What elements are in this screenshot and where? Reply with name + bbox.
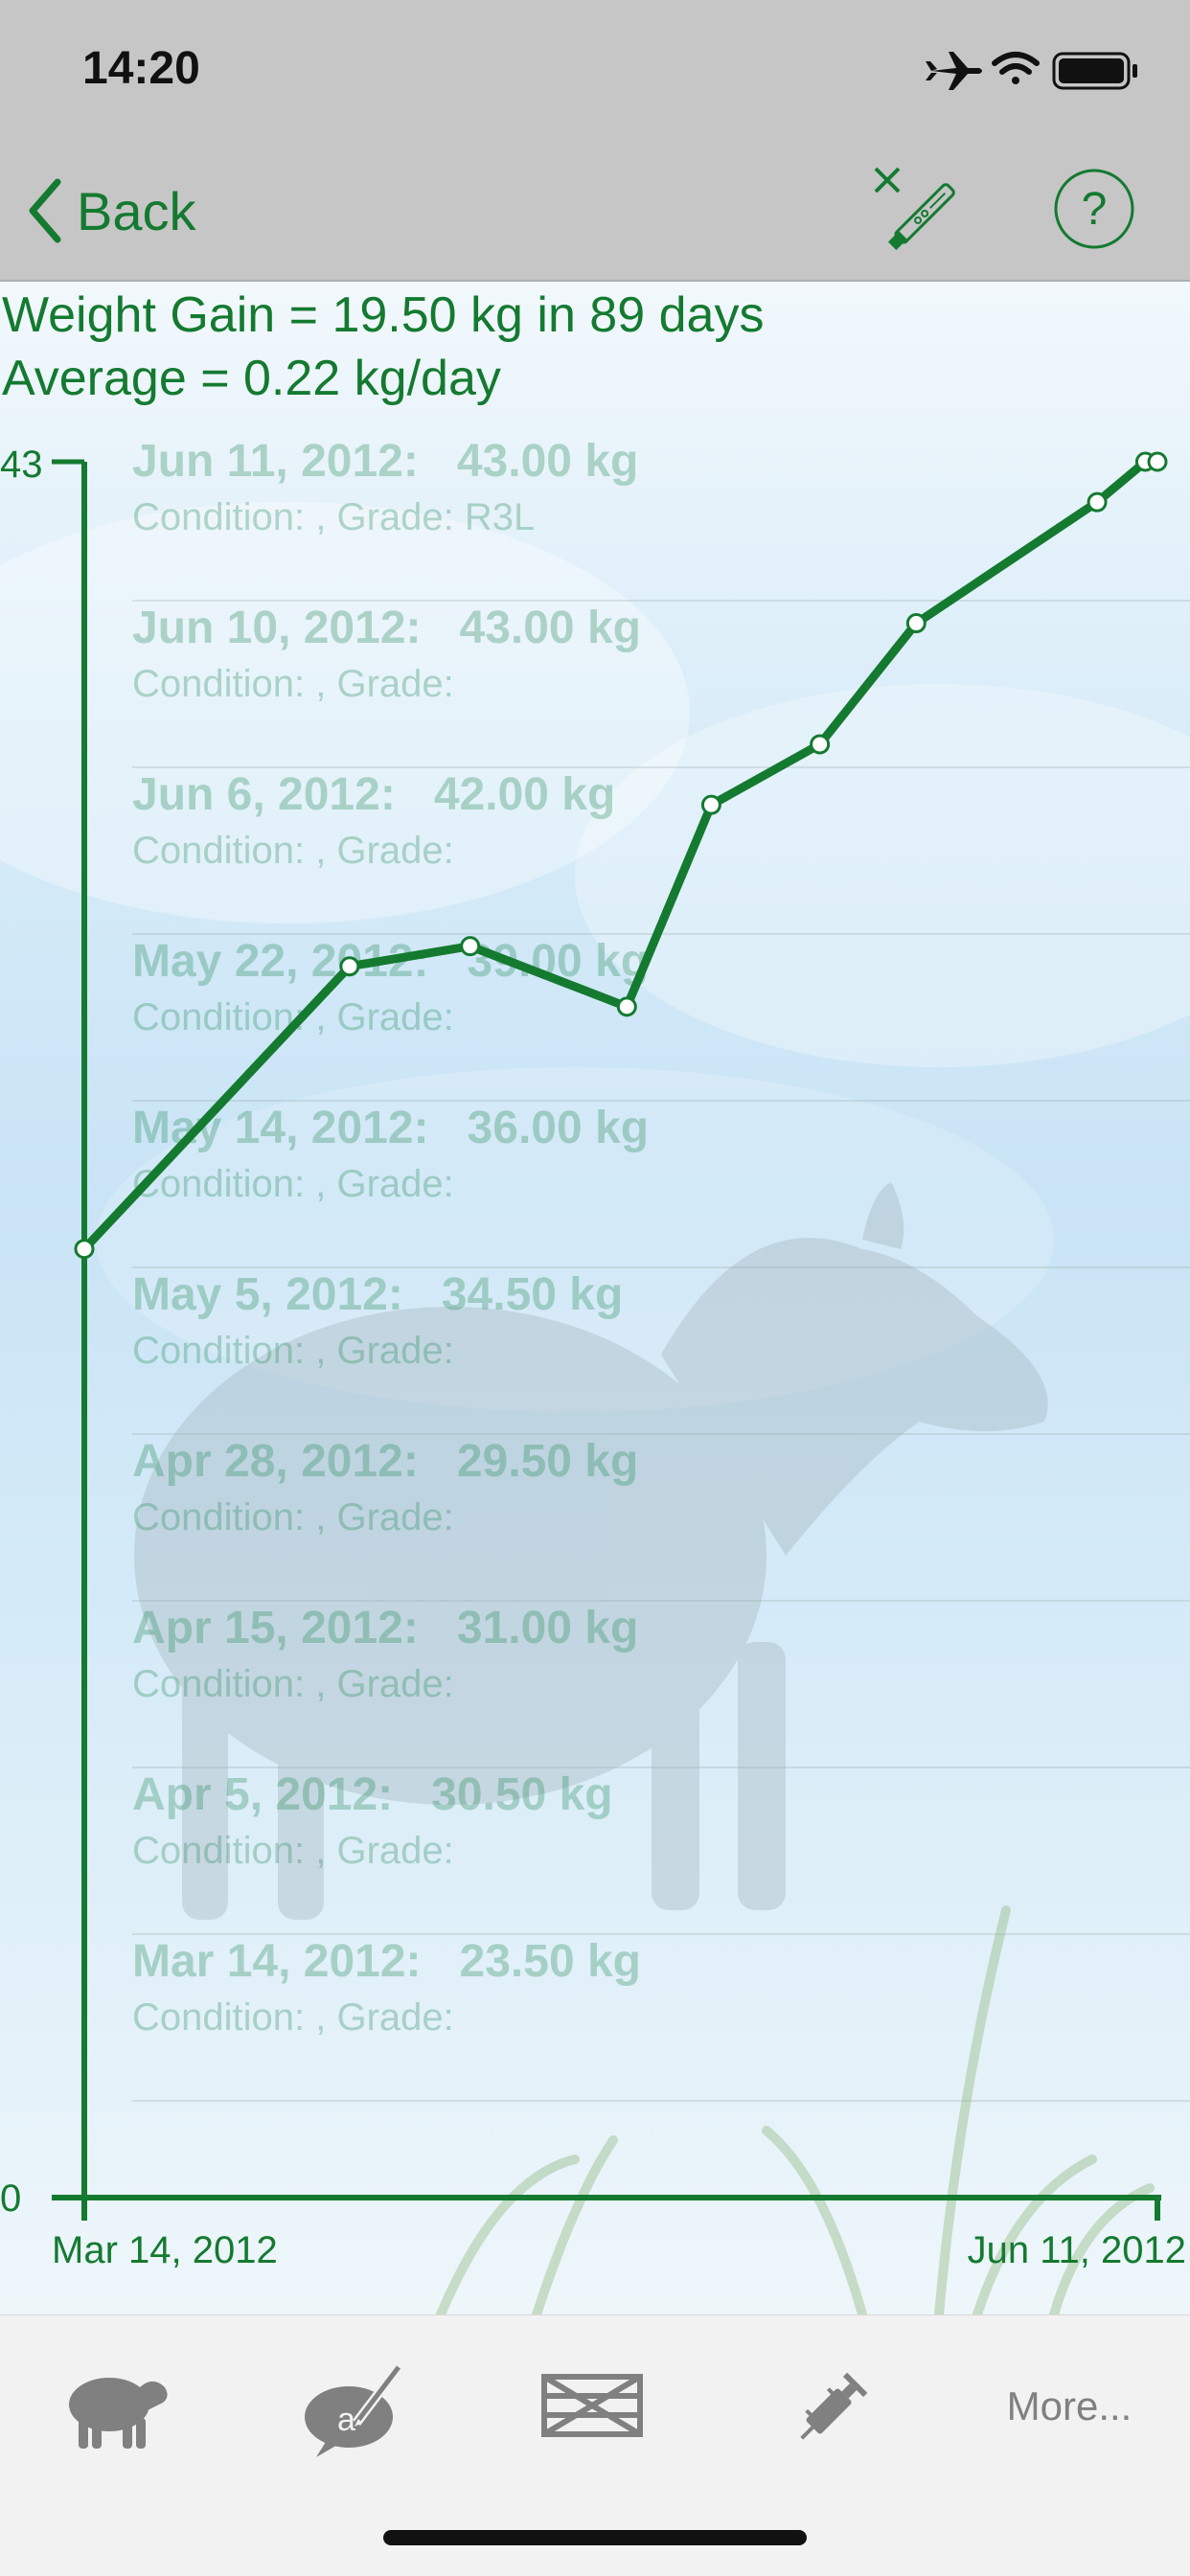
- status-icons: [922, 48, 1152, 101]
- question-circle-icon: ?: [1054, 169, 1134, 249]
- chevron-left-icon: [29, 178, 61, 243]
- back-label: Back: [77, 180, 196, 241]
- clear-tag-reader-button[interactable]: [870, 163, 966, 263]
- weight-data-point: [1087, 491, 1108, 513]
- weight-data-point: [74, 1239, 95, 1260]
- sheep-icon: [69, 2378, 168, 2449]
- x-tick-label-start: Mar 14, 2012: [52, 2229, 278, 2271]
- navigation-bar: Back ?: [0, 144, 1190, 282]
- weight-data-point: [905, 613, 927, 634]
- weight-data-point: [616, 996, 637, 1017]
- back-button[interactable]: Back: [25, 172, 196, 249]
- note-pen-icon: a: [305, 2363, 402, 2457]
- home-indicator: [383, 2530, 807, 2545]
- tab-animals[interactable]: [21, 2344, 213, 2469]
- tab-bar: a More...: [0, 2314, 1190, 2576]
- battery-icon: [1052, 52, 1137, 90]
- help-button[interactable]: ?: [1052, 167, 1136, 256]
- status-time: 14:20: [82, 43, 200, 94]
- weight-chart: 43 0 Mar 14, 2012 Jun 11, 2012: [0, 444, 1186, 2271]
- tab-treatments[interactable]: [738, 2344, 929, 2469]
- weight-data-point: [460, 936, 481, 957]
- svg-text:?: ?: [1082, 184, 1108, 235]
- airplane-icon: [926, 52, 982, 90]
- weight-data-point: [339, 956, 360, 977]
- y-tick-label-max: 43: [0, 444, 43, 486]
- weight-series-points: [74, 451, 1168, 1260]
- weight-data-point: [1147, 451, 1168, 472]
- tab-more[interactable]: More...: [973, 2344, 1165, 2469]
- weight-series-line: [80, 457, 1162, 1254]
- tag-reader-icon: [874, 167, 955, 251]
- gate-icon: [541, 2374, 643, 2437]
- tab-notes[interactable]: a: [261, 2344, 452, 2469]
- x-tick-label-end: Jun 11, 2012: [968, 2229, 1186, 2271]
- weight-data-point: [810, 734, 831, 755]
- status-bar: 14:20: [0, 0, 1190, 144]
- y-tick-label-min: 0: [0, 2177, 21, 2220]
- tab-paddocks[interactable]: [498, 2344, 690, 2469]
- weight-history-view: Weight Gain = 19.50 kg in 89 days Averag…: [0, 282, 1190, 2314]
- weight-data-point: [700, 794, 721, 815]
- wifi-icon: [992, 52, 1040, 84]
- syringe-icon: [800, 2372, 868, 2440]
